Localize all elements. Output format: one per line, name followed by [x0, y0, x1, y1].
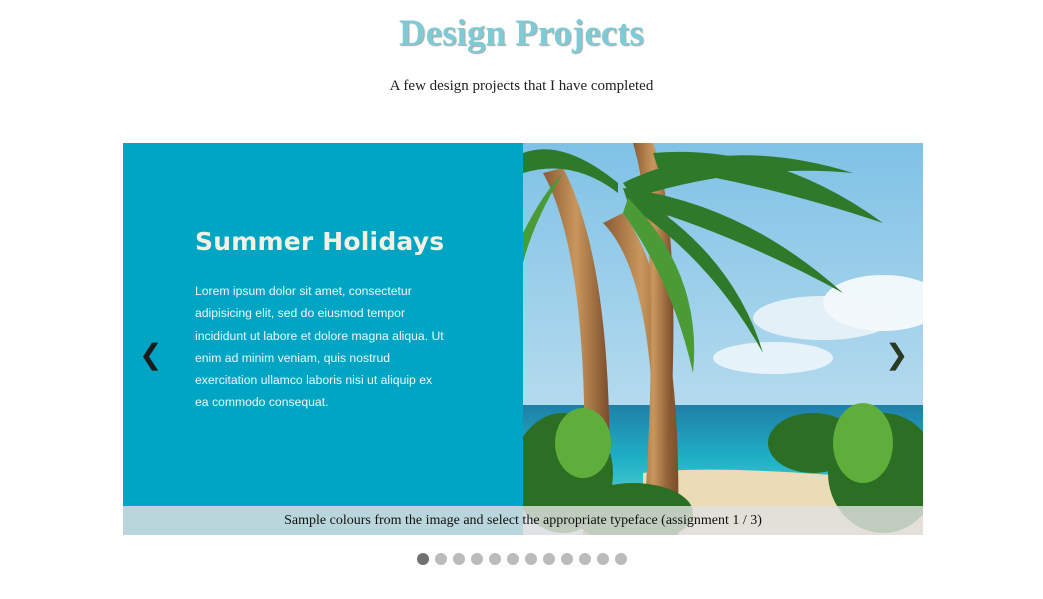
slide-dot-3[interactable] [452, 553, 465, 565]
slide-dot-1[interactable] [416, 553, 429, 565]
slide-dot-5[interactable] [488, 553, 501, 565]
page-title: Design Projects [399, 13, 644, 54]
slide-dot-10[interactable] [578, 553, 591, 565]
slide-body: Lorem ipsum dolor sit amet, consectetur … [195, 284, 444, 410]
slide-dot-11[interactable] [596, 553, 609, 565]
slide-dot-6[interactable] [506, 553, 519, 565]
next-slide-button[interactable]: ❯ [885, 335, 908, 375]
slide-dot-7[interactable] [524, 553, 537, 565]
slide-heading: Summer Holidays [195, 227, 445, 256]
slide-dot-12[interactable] [614, 553, 627, 565]
page: Design Projects A few design projects th… [0, 0, 1043, 599]
slide-dot-4[interactable] [470, 553, 483, 565]
previous-slide-button[interactable]: ❮ [139, 335, 162, 375]
slide-text-panel: Summer Holidays Lorem ipsum dolor sit am… [123, 143, 523, 535]
slide-caption: Sample colours from the image and select… [123, 506, 923, 535]
slideshow: Summer Holidays Lorem ipsum dolor sit am… [123, 143, 923, 535]
slide-dots [0, 553, 1043, 565]
page-subtitle: A few design projects that I have comple… [389, 78, 654, 94]
slide-dot-9[interactable] [560, 553, 573, 565]
slide-image-beach-palms [523, 143, 923, 535]
slide-dot-8[interactable] [542, 553, 555, 565]
slide-dot-2[interactable] [434, 553, 447, 565]
